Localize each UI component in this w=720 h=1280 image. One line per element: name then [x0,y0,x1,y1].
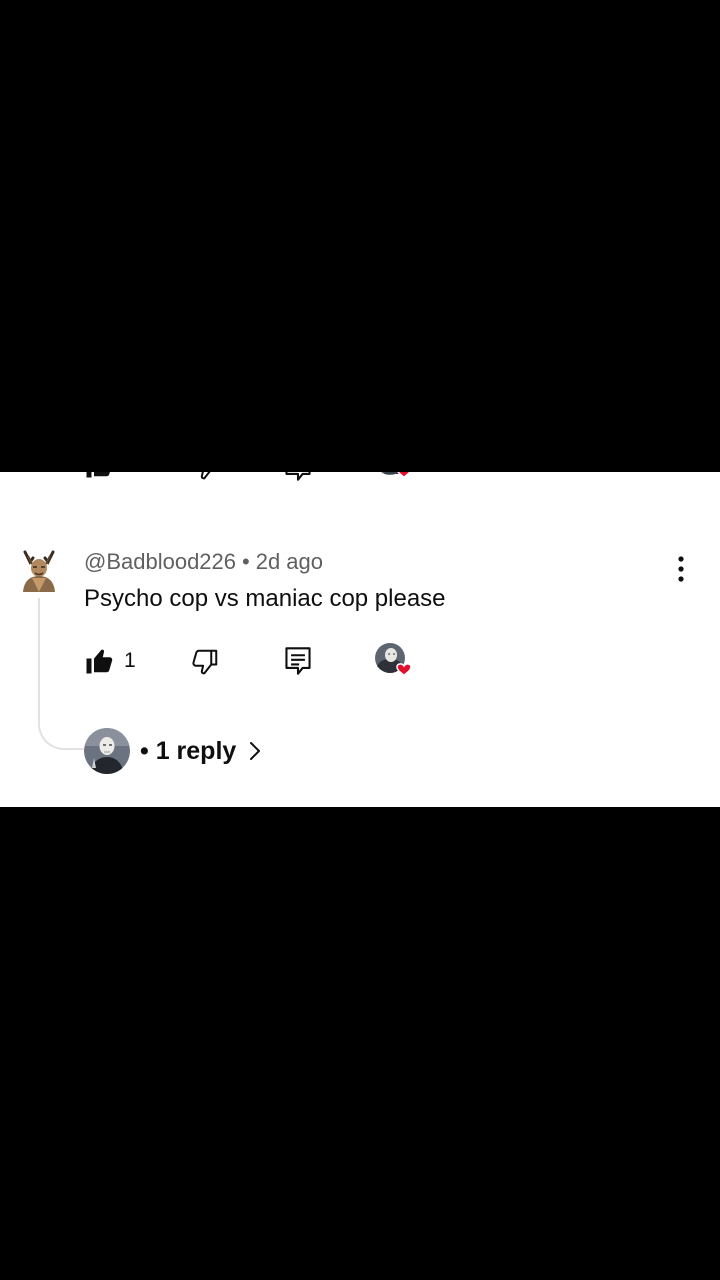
creator-heart-avatar-icon [375,643,412,677]
previous-comment-actions: 1 [0,472,720,490]
thumbs-up-filled-icon [86,649,113,674]
reply-comment-icon [285,472,311,481]
reply-comment-icon [285,647,311,675]
view-replies-button[interactable]: • 1 reply [84,728,262,774]
creator-heart-avatar-icon [381,472,411,479]
previous-like-count: 1 [124,472,136,477]
meta-separator: • [242,549,250,574]
comment-panel: 1 @B [0,472,720,807]
dislike-button[interactable] [190,647,220,677]
reply-author-avatar [84,728,130,774]
previous-like-button[interactable]: 1 [84,472,136,480]
previous-dislike-button[interactable] [190,472,220,482]
thumbs-down-outline-icon [192,649,218,675]
reply-button[interactable] [284,646,312,676]
comment-text: Psycho cop vs maniac cop please [84,585,446,612]
thumbs-down-outline-icon [200,472,211,480]
chevron-right-icon [250,742,261,760]
thread-connector-line [38,598,84,750]
comment-meta: @Badblood226 • 2d ago [84,549,323,575]
author-handle[interactable]: @Badblood226 [84,549,236,574]
previous-creator-heart[interactable] [374,472,416,486]
more-vertical-icon[interactable] [668,554,694,584]
like-button[interactable]: 1 [84,646,136,676]
comment-time: 2d ago [255,549,324,574]
previous-reply-button[interactable] [284,472,312,482]
thumbs-up-filled-icon [86,472,110,478]
reply-count-label: • 1 reply [140,736,237,765]
like-count: 1 [124,649,136,672]
creator-heart[interactable] [374,642,416,684]
author-avatar[interactable] [20,548,58,594]
